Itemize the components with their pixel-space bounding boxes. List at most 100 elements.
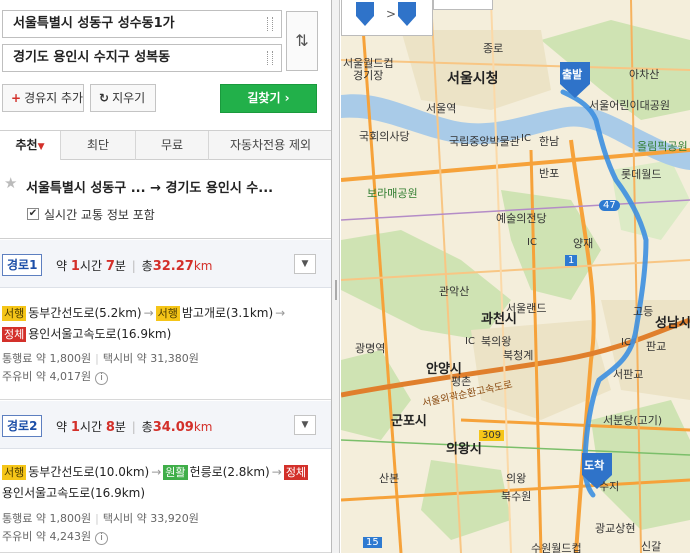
destination-input-text: 경기도 용인시 수지구 성복동: [13, 50, 171, 65]
add-waypoint-button[interactable]: + 경유지 추가: [2, 84, 84, 112]
tab-exclude-expressway[interactable]: 자동차전용 제외: [209, 131, 331, 160]
clear-button[interactable]: ↻ 지우기: [90, 84, 156, 112]
fuel-cost: 주유비 약 4,017원: [2, 370, 92, 383]
interchange-badge: IC: [527, 237, 537, 248]
route-info: 약 1시간 8분 | 총34.09km: [56, 420, 213, 435]
route-segments-line: 용인서울고속도로(16.9km): [2, 484, 145, 501]
route-cost-line: 통행료 약 1,800원 | 택시비 약 33,920원: [2, 512, 199, 525]
road-name: 헌릉로(2.8km): [189, 465, 270, 479]
toll-fee: 통행료 약 1,800원: [2, 352, 92, 365]
route-fuel-line: 주유비 약 4,243원 i: [2, 528, 109, 545]
time-hours: 1: [70, 420, 80, 435]
map-label: 서판교: [613, 368, 644, 381]
map-label: 광명역: [355, 342, 386, 355]
map-label: 북청계: [503, 349, 534, 362]
drag-handle-icon[interactable]: [267, 17, 273, 31]
chevron-down-icon: ▼: [301, 420, 309, 430]
map-label: 보라매공원: [367, 187, 418, 200]
add-waypoint-label: 경유지 추가: [24, 91, 84, 105]
info-icon[interactable]: i: [95, 372, 109, 385]
tab-shortest[interactable]: 최단: [61, 131, 136, 160]
map-label: 반포: [539, 167, 560, 180]
caret-down-icon: ▼: [37, 142, 45, 152]
map-label: 신갈: [641, 540, 662, 553]
route-card-2[interactable]: 경로2 약 1시간 8분 | 총34.09km ▼ 서행 동부간선도로(10.0k…: [0, 401, 331, 553]
map-label: 산본: [379, 472, 400, 485]
grip-icon: [335, 280, 337, 300]
map-label: 성남시: [655, 316, 690, 331]
panel-resize-handle[interactable]: [332, 0, 340, 553]
map-view[interactable]: > 출발 도착 서울시청 종로 서울역 서울월드컵 경기장 아차산 서울어린이대…: [341, 0, 690, 553]
distance-prefix: 총: [141, 420, 153, 434]
start-pin-label: 출발: [562, 68, 583, 81]
end-pin-label: 도착: [584, 459, 605, 472]
taxi-fare: 택시비 약 31,380원: [102, 352, 199, 365]
clear-label: 지우기: [112, 91, 146, 105]
route-distance: 34.09: [152, 420, 194, 435]
map-label: 서분당(고기): [603, 414, 663, 427]
distance-prefix: 총: [141, 259, 153, 273]
route-card-header: 경로1 약 1시간 7분 | 총32.27km ▼: [0, 240, 331, 288]
distance-unit: km: [193, 259, 213, 273]
expand-route-button[interactable]: ▼: [294, 254, 316, 274]
route-info: 약 1시간 7분 | 총32.27km: [56, 259, 213, 274]
origin-input[interactable]: 서울특별시 성동구 성수동1가: [2, 10, 282, 38]
expand-route-button[interactable]: ▼: [294, 415, 316, 435]
traffic-tag: 서행: [155, 306, 180, 321]
route-shield: 15: [363, 537, 382, 548]
tab-recommended[interactable]: 추천▼: [0, 131, 61, 161]
find-route-button[interactable]: 길찾기 ›: [220, 84, 317, 113]
road-name: 용인서울고속도로(16.9km): [2, 486, 146, 500]
map-label: 예술의전당: [496, 212, 547, 225]
map-label: 수원월드컵: [531, 542, 582, 553]
map-label: 양재: [573, 237, 594, 250]
route-shield: 309: [479, 430, 505, 441]
time-hours-unit: 시간: [79, 259, 103, 273]
road-name: 동부간선도로(10.0km): [28, 465, 150, 479]
route-badge: 경로1: [2, 254, 43, 276]
map-label: 북수원: [501, 490, 532, 503]
route-card-1[interactable]: 경로1 약 1시간 7분 | 총32.27km ▼ 서행 동부간선도로(5.2km…: [0, 240, 331, 400]
time-minutes-unit: 분: [114, 420, 126, 434]
interchange-badge: IC: [521, 133, 531, 144]
map-mini-toolbar-2: [433, 0, 493, 10]
time-hours: 1: [70, 259, 80, 274]
toll-fee: 통행료 약 1,800원: [2, 512, 92, 525]
time-prefix: 약: [56, 259, 68, 273]
road-name: 동부간선도로(5.2km): [28, 306, 142, 320]
map-label: 평촌: [451, 375, 472, 388]
time-minutes: 8: [105, 420, 115, 435]
time-minutes-unit: 분: [114, 259, 126, 273]
route-shield: 47: [599, 200, 620, 211]
tab-shortest-label: 최단: [86, 138, 110, 152]
tab-free[interactable]: 무료: [136, 131, 209, 160]
swap-button[interactable]: ⇅: [286, 11, 318, 71]
route-distance: 32.27: [152, 259, 194, 274]
route-segments-line: 서행 동부간선도로(5.2km) → 서행 밤고개로(3.1km) →: [2, 304, 287, 321]
map-label: 서울랜드: [506, 302, 547, 315]
tab-exclude-expressway-label: 자동차전용 제외: [229, 138, 312, 152]
map-label: 아차산: [629, 68, 660, 81]
drag-handle-icon[interactable]: [267, 51, 273, 65]
traffic-tag: 원활: [163, 465, 188, 480]
realtime-traffic-checkbox[interactable]: ✔: [27, 208, 39, 220]
map-label: 서울어린이대공원: [589, 99, 670, 112]
chevron-down-icon: ▼: [301, 259, 309, 269]
start-pin[interactable]: 출발: [558, 60, 592, 100]
refresh-icon: ↻: [99, 91, 110, 105]
arrow-right-icon: →: [271, 465, 282, 479]
route-cost-line: 통행료 약 1,800원 | 택시비 약 31,380원: [2, 352, 199, 365]
road-name: 용인서울고속도로(16.9km): [28, 327, 172, 341]
info-icon[interactable]: i: [95, 532, 109, 545]
map-label: 수지: [599, 480, 620, 493]
map-label: 관악산: [439, 285, 470, 298]
star-icon[interactable]: ★: [4, 174, 17, 192]
swap-vertical-icon: ⇅: [295, 31, 309, 50]
map-mini-pins: >: [356, 2, 416, 26]
destination-input[interactable]: 경기도 용인시 수지구 성복동: [2, 44, 282, 72]
distance-unit: km: [193, 420, 213, 434]
map-label: 판교: [646, 340, 667, 353]
map-label: 올림픽공원: [637, 140, 688, 153]
map-mini-toolbar: >: [341, 0, 433, 36]
route-card-header: 경로2 약 1시간 8분 | 총34.09km ▼: [0, 401, 331, 449]
